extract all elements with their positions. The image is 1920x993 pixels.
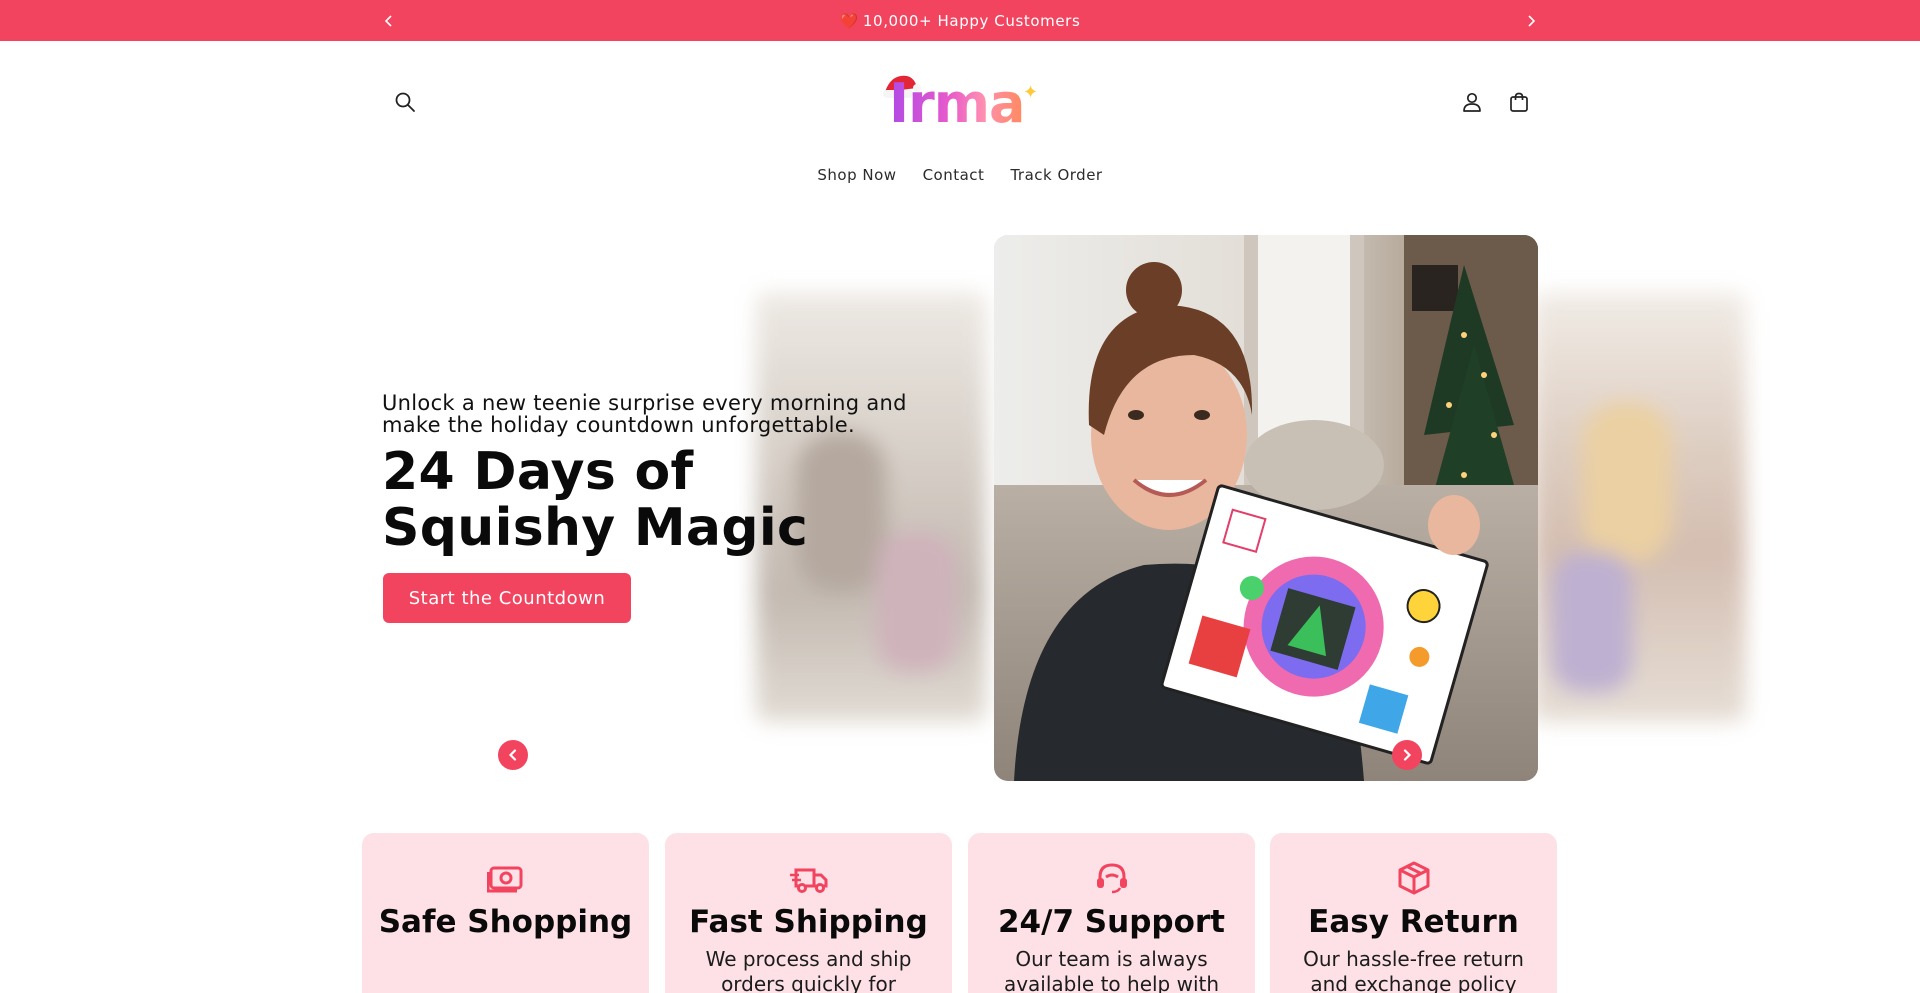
feature-card-fast-shipping: Fast Shipping We process and ship orders… [665, 833, 952, 993]
hero-subtitle: Unlock a new teenie surprise every morni… [382, 391, 907, 437]
nav-shop-now[interactable]: Shop Now [817, 164, 896, 186]
hero-image [994, 235, 1538, 781]
chevron-right-icon [1403, 749, 1412, 761]
announcement-next-button[interactable] [1516, 0, 1546, 41]
site-logo[interactable]: Irma ✦ [875, 68, 1045, 136]
slide-prev-button[interactable] [498, 740, 528, 770]
chevron-right-icon [1528, 14, 1536, 27]
hero-title: 24 Days of Squishy Magic [382, 442, 809, 558]
search-button[interactable] [383, 80, 427, 124]
feature-title: Easy Return [1308, 904, 1519, 940]
feature-title: Safe Shopping [378, 904, 633, 940]
feature-card-safe-shopping: Safe Shopping [362, 833, 649, 993]
feature-title: 24/7 Support [997, 904, 1225, 940]
logo-text: Irma [889, 72, 1025, 135]
heart-icon: ❤️ [839, 11, 859, 30]
box-icon [1398, 861, 1429, 895]
search-icon [395, 92, 415, 112]
start-countdown-button[interactable]: Start the Countdown [383, 573, 631, 623]
hero-photo-illustration [994, 235, 1538, 781]
feature-desc: Our hassle-free return and exchange poli… [1303, 947, 1524, 993]
main-nav: Shop Now Contact Track Order [0, 164, 1920, 186]
account-button[interactable] [1450, 80, 1494, 124]
announcement-text: 10,000+ Happy Customers [862, 11, 1081, 30]
feature-desc: Our team is always available to help wit… [1003, 947, 1220, 993]
sparkle-icon: ✦ [1023, 82, 1039, 103]
nav-track-order[interactable]: Track Order [1010, 164, 1102, 186]
slide-next-button[interactable] [1392, 740, 1422, 770]
announcement-bar: ❤️ 10,000+ Happy Customers [0, 0, 1920, 41]
chevron-left-icon [508, 749, 517, 761]
feature-card-support: 24/7 Support Our team is always availabl… [968, 833, 1255, 993]
money-icon [486, 866, 522, 893]
truck-icon [789, 868, 827, 893]
feature-desc: We process and ship orders quickly for [705, 947, 912, 993]
feature-title: Fast Shipping [689, 904, 928, 940]
bag-icon [1510, 92, 1528, 112]
announcement-message: ❤️ 10,000+ Happy Customers [0, 0, 1920, 41]
feature-card-easy-return: Easy Return Our hassle-free return and e… [1270, 833, 1557, 993]
nav-contact[interactable]: Contact [923, 164, 985, 186]
headset-icon [1096, 863, 1127, 894]
next-slide-preview [1532, 292, 1746, 722]
cart-button[interactable] [1497, 80, 1541, 124]
user-icon [1463, 92, 1481, 112]
